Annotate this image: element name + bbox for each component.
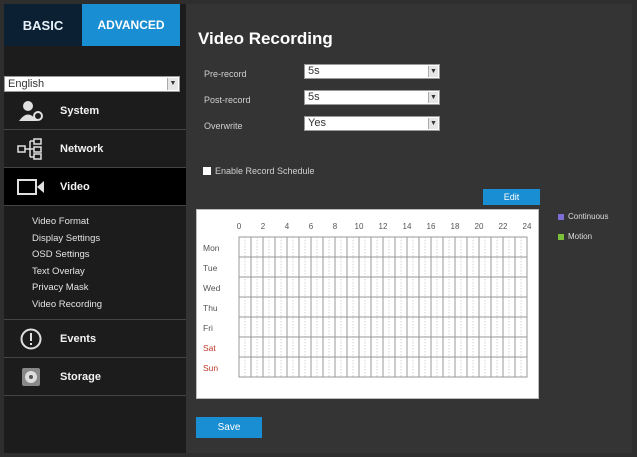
submenu-text-overlay[interactable]: Text Overlay	[32, 264, 186, 281]
save-button[interactable]: Save	[196, 417, 262, 438]
enable-schedule-checkbox[interactable]	[203, 167, 211, 175]
legend-label-continuous: Continuous	[568, 212, 609, 221]
storage-icon	[16, 366, 46, 388]
main-panel: Video Recording Pre-record 5s ▼ Post-rec…	[186, 4, 632, 453]
hour-label: 0	[237, 222, 242, 231]
mode-tabs: BASIC ADVANCED	[4, 4, 186, 46]
hour-label: 12	[379, 222, 388, 231]
chevron-down-icon: ▼	[428, 66, 438, 77]
schedule-svg: 0 2 4 6 8 10 12 14 16 18 20 22 24MonTueWedThuFriSatS…	[203, 222, 532, 378]
hour-label: 14	[403, 222, 412, 231]
language-select[interactable]: English ▼	[4, 76, 180, 92]
hour-label: 24	[523, 222, 532, 231]
pre-record-label: Pre-record	[204, 69, 247, 79]
sidebar-item-label: System	[60, 104, 100, 117]
enable-schedule-row: Enable Record Schedule	[203, 166, 315, 176]
legend-swatch-motion	[558, 233, 564, 240]
day-label: Sun	[203, 363, 218, 373]
tab-basic[interactable]: BASIC	[4, 4, 82, 46]
chevron-down-icon: ▼	[428, 118, 438, 129]
post-record-value: 5s	[308, 91, 320, 103]
chevron-down-icon: ▼	[428, 92, 438, 103]
day-label: Fri	[203, 323, 213, 333]
enable-schedule-label: Enable Record Schedule	[215, 166, 315, 176]
sidebar-item-system[interactable]: System	[4, 92, 186, 130]
hour-label: 6	[309, 222, 314, 231]
hour-label: 22	[499, 222, 508, 231]
sidebar-item-label: Events	[60, 332, 97, 345]
sidebar-item-events[interactable]: Events	[4, 320, 186, 358]
page-title: Video Recording	[198, 29, 333, 48]
tab-advanced[interactable]: ADVANCED	[82, 4, 180, 46]
alert-icon	[16, 328, 46, 350]
sidebar-item-label: Video	[60, 180, 90, 193]
video-submenu: Video Format Display Settings OSD Settin…	[4, 206, 186, 320]
hour-label: 18	[451, 222, 460, 231]
post-record-label: Post-record	[204, 95, 251, 105]
hour-label: 20	[475, 222, 484, 231]
hour-label: 8	[333, 222, 338, 231]
video-camera-icon	[16, 176, 46, 198]
sidebar-item-network[interactable]: Network	[4, 130, 186, 168]
legend-swatch-continuous	[558, 213, 564, 220]
network-icon	[16, 137, 46, 160]
overwrite-value: Yes	[308, 117, 326, 129]
day-label: Tue	[203, 263, 218, 273]
overwrite-label: Overwrite	[204, 121, 243, 131]
post-record-select[interactable]: 5s ▼	[304, 90, 440, 105]
legend-motion: Motion	[558, 232, 592, 241]
submenu-osd-settings[interactable]: OSD Settings	[32, 247, 186, 264]
chevron-down-icon: ▼	[167, 78, 178, 90]
hour-label: 10	[355, 222, 364, 231]
sidebar-item-video[interactable]: Video	[4, 168, 196, 206]
sidebar-item-label: Storage	[60, 370, 101, 383]
sidebar-item-label: Network	[60, 142, 104, 155]
edit-button[interactable]: Edit	[483, 189, 540, 205]
pre-record-value: 5s	[308, 65, 320, 77]
sidebar: BASIC ADVANCED English ▼ System Network …	[4, 4, 196, 453]
sidebar-item-storage[interactable]: Storage	[4, 358, 186, 396]
day-label: Thu	[203, 303, 218, 313]
overwrite-select[interactable]: Yes ▼	[304, 116, 440, 131]
day-label: Mon	[203, 243, 220, 253]
pre-record-select[interactable]: 5s ▼	[304, 64, 440, 79]
schedule-grid[interactable]: 0 2 4 6 8 10 12 14 16 18 20 22 24 Mon Tue Wed Thu Fri Sat S…	[196, 209, 539, 399]
language-value: English	[8, 78, 45, 90]
hour-label: 16	[427, 222, 436, 231]
day-label: Sat	[203, 343, 216, 353]
hour-label: 2	[261, 222, 266, 231]
legend-label-motion: Motion	[568, 232, 593, 241]
submenu-privacy-mask[interactable]: Privacy Mask	[32, 280, 186, 297]
submenu-video-format[interactable]: Video Format	[32, 214, 186, 231]
day-label: Wed	[203, 283, 221, 293]
submenu-display-settings[interactable]: Display Settings	[32, 231, 186, 248]
submenu-video-recording[interactable]: Video Recording	[32, 297, 186, 314]
legend-continuous: Continuous	[558, 212, 608, 221]
person-gear-icon	[16, 100, 46, 122]
hour-label: 4	[285, 222, 290, 231]
